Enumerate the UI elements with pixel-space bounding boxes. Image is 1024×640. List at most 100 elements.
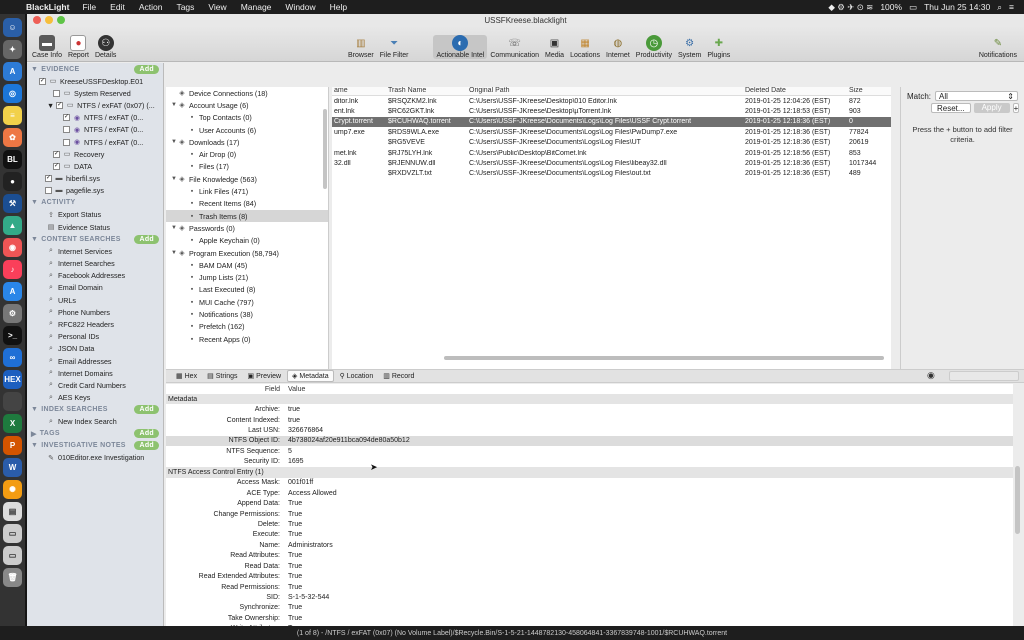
tab-record[interactable]: ▥ Record — [379, 371, 418, 381]
sidebar-item-export-status[interactable]: ⇪ Export Status — [27, 209, 163, 221]
tree-item[interactable]: ▪ User Accounts (6) — [166, 124, 328, 136]
menu-edit[interactable]: Edit — [103, 2, 132, 12]
communication-button[interactable]: ☏ Communication — [487, 35, 542, 60]
tree-item[interactable]: ▪ Trash Items (8) — [166, 209, 328, 223]
preferences-icon[interactable]: ⚙ — [3, 304, 22, 323]
sidebar-item-content-search[interactable]: ⌕ Email Domain — [27, 282, 163, 294]
menu-file[interactable]: File — [75, 2, 103, 12]
table-row[interactable]: ent.lnk $RC62GKT.lnk C:\Users\USSF-JKreese… — [332, 106, 891, 116]
status-icons[interactable]: ◆ ⚙ ✈ ⊙ ≋ — [828, 2, 873, 13]
eye-icon[interactable]: ◉ — [927, 370, 935, 381]
metadata-scrollbar[interactable] — [1015, 466, 1020, 534]
table-row[interactable]: $RG5VEVE C:\Users\USSF-JKreese\Documents\… — [332, 138, 891, 148]
terminal-icon[interactable]: >_ — [3, 326, 22, 345]
menu-action[interactable]: Action — [132, 2, 170, 12]
teams-icon[interactable]: ∞ — [3, 348, 22, 367]
folder-icon[interactable]: ▭ — [3, 546, 22, 565]
sidebar-item-content-search[interactable]: ⌕ AES Keys — [27, 392, 163, 404]
sidebar-item-content-search[interactable]: ⌕ Credit Card Numbers — [27, 379, 163, 391]
evidence-item[interactable]: ▼ ✓ ▭ NTFS / exFAT (0x07) (... — [27, 99, 163, 111]
word-icon[interactable]: W — [3, 458, 22, 477]
apply-button[interactable]: Apply — [973, 103, 1010, 113]
media-button[interactable]: ▣ Media — [542, 35, 567, 60]
tree-item[interactable]: ▪ Recent Apps (0) — [166, 333, 328, 345]
tree-item[interactable]: ▪ Link Files (471) — [166, 185, 328, 197]
browser-button[interactable]: ▥ Browser — [345, 35, 377, 60]
tree-item[interactable]: ▼ ◈ Account Usage (6) — [166, 99, 328, 111]
add-content-search-button[interactable]: Add — [134, 234, 159, 244]
checkbox[interactable]: ✓ — [45, 175, 52, 183]
sidebar-item-content-search[interactable]: ⌕ Internet Searches — [27, 257, 163, 269]
disclosure-triangle-icon[interactable]: ▼ — [170, 225, 178, 231]
tree-item[interactable]: ▪ Recent Items (84) — [166, 198, 328, 210]
tree-item[interactable]: ▪ Notifications (38) — [166, 308, 328, 320]
tree-scrollbar[interactable] — [323, 109, 327, 189]
sidebar-item-content-search[interactable]: ⌕ Phone Numbers — [27, 306, 163, 318]
maps-icon[interactable]: ▲ — [3, 216, 22, 235]
tab-metadata[interactable]: ◈ Metadata — [287, 370, 334, 382]
checkbox[interactable]: ✓ — [63, 114, 70, 122]
notes-icon[interactable]: ≡ — [3, 106, 22, 125]
metadata-row[interactable]: Access Mask: 001f01ff — [166, 478, 1013, 488]
powerpoint-icon[interactable]: P — [3, 436, 22, 455]
add-filter-button[interactable]: + — [1012, 103, 1020, 113]
minimize-button[interactable] — [45, 16, 53, 24]
investigative-notes-section[interactable]: ▼ INVESTIGATIVE NOTES Add — [27, 440, 163, 452]
tab-hex[interactable]: ▦ Hex — [172, 371, 201, 381]
metadata-row[interactable]: Read Extended Attributes: True — [166, 571, 1013, 581]
index-searches-section[interactable]: ▼ INDEX SEARCHES Add — [27, 404, 163, 416]
table-row[interactable]: met.lnk $RJ75LYH.lnk C:\Users\Public\Deskt… — [332, 148, 891, 158]
sidebar-item-content-search[interactable]: ⌕ Personal IDs — [27, 331, 163, 343]
metadata-row[interactable]: Archive: true — [166, 404, 1013, 414]
evidence-section[interactable]: ▼ EVIDENCE Add — [27, 63, 163, 75]
hex-fiend-icon[interactable]: HEX — [3, 370, 22, 389]
checkbox[interactable]: ✓ — [53, 150, 60, 158]
metadata-row[interactable]: Read Data: True — [166, 561, 1013, 571]
sidebar-item-content-search[interactable]: ⌕ Facebook Addresses — [27, 270, 163, 282]
field-column-header[interactable]: Field — [166, 386, 284, 393]
system-button[interactable]: ⚙ System — [675, 35, 704, 60]
productivity-button[interactable]: ◷ Productivity — [633, 35, 675, 59]
menu-manage[interactable]: Manage — [234, 2, 279, 12]
add-tag-button[interactable]: Add — [134, 429, 159, 439]
blacklight-icon[interactable]: BL — [3, 150, 22, 169]
checkbox[interactable]: ✓ — [56, 101, 64, 109]
disclosure-triangle-icon[interactable]: ▼ — [170, 176, 178, 182]
metadata-row[interactable]: ACE Type: Access Allowed — [166, 488, 1013, 498]
evidence-item[interactable]: ✓ ▭ Recovery — [27, 148, 163, 160]
misc-app-icon[interactable]: ✺ — [3, 480, 22, 499]
battery-icon[interactable]: ▭ — [909, 2, 917, 13]
sidebar-item-content-search[interactable]: ⌕ Internet Domains — [27, 367, 163, 379]
battery-label[interactable]: 100% — [880, 2, 902, 12]
report-button[interactable]: ● Report — [65, 35, 92, 59]
trash-icon[interactable]: 🗑 — [3, 568, 22, 587]
sidebar-item-new-index-search[interactable]: ⌕ New Index Search — [27, 416, 163, 428]
github-icon[interactable]: ● — [3, 172, 22, 191]
file-list-hscrollbar[interactable] — [444, 356, 884, 360]
tree-item[interactable]: ▪ BAM DAM (45) — [166, 259, 328, 271]
checkbox[interactable]: ✓ — [53, 162, 60, 170]
appstore-icon[interactable]: A — [3, 62, 22, 81]
tree-item[interactable]: ▼ ◈ File Knowledge (563) — [166, 173, 328, 185]
checkbox[interactable] — [53, 89, 60, 97]
metadata-row[interactable]: Take Ownership: True — [166, 613, 1013, 623]
metadata-row[interactable]: NTFS Sequence: 5 — [166, 446, 1013, 456]
sidebar-item-content-search[interactable]: ⌕ JSON Data — [27, 343, 163, 355]
sidebar-item-content-search[interactable]: ⌕ URLs — [27, 294, 163, 306]
tree-item[interactable]: ▪ Air Drop (0) — [166, 148, 328, 160]
case-info-button[interactable]: ▬ Case Info — [29, 35, 65, 59]
window-icon[interactable]: ▭ — [3, 524, 22, 543]
zoom-button[interactable] — [57, 16, 65, 24]
sidebar-item-content-search[interactable]: ⌕ Email Addresses — [27, 355, 163, 367]
music-icon[interactable]: ♪ — [3, 260, 22, 279]
tree-item[interactable]: ▪ MUI Cache (797) — [166, 296, 328, 308]
checkbox[interactable] — [45, 187, 52, 195]
column-trash-name-header[interactable]: Trash Name — [388, 87, 469, 95]
locations-button[interactable]: ▦ Locations — [567, 35, 603, 60]
evidence-item[interactable]: ✓ ▭ DATA — [27, 160, 163, 172]
notifications-button[interactable]: ✎ Notifications — [976, 35, 1020, 60]
viewer-options-select[interactable] — [949, 371, 1019, 381]
tags-section[interactable]: ▶ TAGS Add — [27, 428, 163, 440]
table-row[interactable]: 32.dll $RJENNUW.dll C:\Users\USSF-JKreese\… — [332, 158, 891, 168]
metadata-row[interactable]: Execute: True — [166, 530, 1013, 540]
